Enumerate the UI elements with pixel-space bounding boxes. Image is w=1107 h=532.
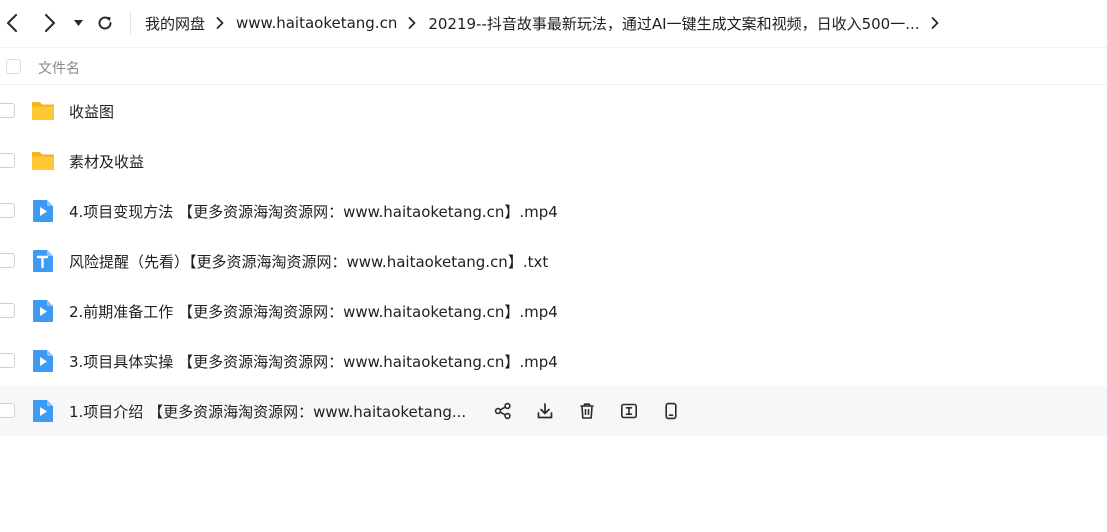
file-row[interactable]: 风险提醒（先看）【更多资源海淘资源网：www.haitaoketang.cn】.… (0, 236, 1107, 286)
file-name[interactable]: 4.项目变现方法 【更多资源海淘资源网：www.haitaoketang.cn】… (69, 201, 558, 222)
file-list: 收益图 素材及收益 4.项目变现方法 【更多资源海淘资源网：www.haitao… (0, 86, 1107, 436)
rename-icon[interactable] (608, 386, 650, 436)
row-checkbox[interactable] (0, 303, 15, 318)
file-row[interactable]: 4.项目变现方法 【更多资源海淘资源网：www.haitaoketang.cn】… (0, 186, 1107, 236)
row-checkbox[interactable] (0, 203, 15, 218)
video-file-icon (33, 200, 53, 222)
breadcrumb-item-root[interactable]: 我的网盘 (145, 13, 205, 34)
text-file-icon (33, 250, 53, 272)
file-list-header: 文件名 (0, 47, 1107, 85)
file-row[interactable]: 素材及收益 (0, 136, 1107, 186)
file-name[interactable]: 1.项目介绍 【更多资源海淘资源网：www.haitaoketang... (69, 401, 466, 422)
video-file-icon (33, 300, 53, 322)
chevron-left-icon[interactable] (2, 12, 22, 34)
nav-divider (130, 12, 131, 34)
select-all-checkbox[interactable] (6, 59, 21, 74)
refresh-icon[interactable] (95, 13, 115, 33)
caret-down-icon[interactable] (72, 16, 84, 30)
folder-icon (32, 102, 54, 120)
row-checkbox[interactable] (0, 103, 15, 118)
breadcrumb: 我的网盘 www.haitaoketang.cn 20219--抖音故事最新玩法… (145, 0, 951, 46)
column-header-filename[interactable]: 文件名 (38, 58, 80, 78)
breadcrumb-separator-icon (408, 17, 416, 29)
download-icon[interactable] (524, 386, 566, 436)
file-name[interactable]: 收益图 (69, 101, 114, 122)
row-checkbox[interactable] (0, 153, 15, 168)
top-nav-bar: 我的网盘 www.haitaoketang.cn 20219--抖音故事最新玩法… (0, 0, 1107, 46)
file-row[interactable]: 2.前期准备工作 【更多资源海淘资源网：www.haitaoketang.cn】… (0, 286, 1107, 336)
file-name[interactable]: 素材及收益 (69, 151, 144, 172)
breadcrumb-item-folder[interactable]: www.haitaoketang.cn (236, 14, 397, 32)
share-icon[interactable] (482, 386, 524, 436)
mobile-icon[interactable] (650, 386, 692, 436)
file-name[interactable]: 2.前期准备工作 【更多资源海淘资源网：www.haitaoketang.cn】… (69, 301, 558, 322)
video-file-icon (33, 400, 53, 422)
file-name[interactable]: 风险提醒（先看）【更多资源海淘资源网：www.haitaoketang.cn】.… (69, 251, 548, 272)
row-action-bar (482, 386, 692, 436)
video-file-icon (33, 350, 53, 372)
file-row[interactable]: 3.项目具体实操 【更多资源海淘资源网：www.haitaoketang.cn】… (0, 336, 1107, 386)
file-name[interactable]: 3.项目具体实操 【更多资源海淘资源网：www.haitaoketang.cn】… (69, 351, 558, 372)
file-row-hovered[interactable]: 1.项目介绍 【更多资源海淘资源网：www.haitaoketang... (0, 386, 1107, 436)
folder-icon (32, 152, 54, 170)
row-checkbox[interactable] (0, 253, 15, 268)
row-checkbox[interactable] (0, 403, 15, 418)
trash-icon[interactable] (566, 386, 608, 436)
breadcrumb-separator-icon (216, 17, 224, 29)
chevron-right-icon[interactable] (40, 12, 60, 34)
row-checkbox[interactable] (0, 353, 15, 368)
breadcrumb-item-current[interactable]: 20219--抖音故事最新玩法，通过AI一键生成文案和视频，日收入500一... (428, 13, 919, 34)
file-row[interactable]: 收益图 (0, 86, 1107, 136)
breadcrumb-more-icon[interactable] (931, 17, 939, 29)
